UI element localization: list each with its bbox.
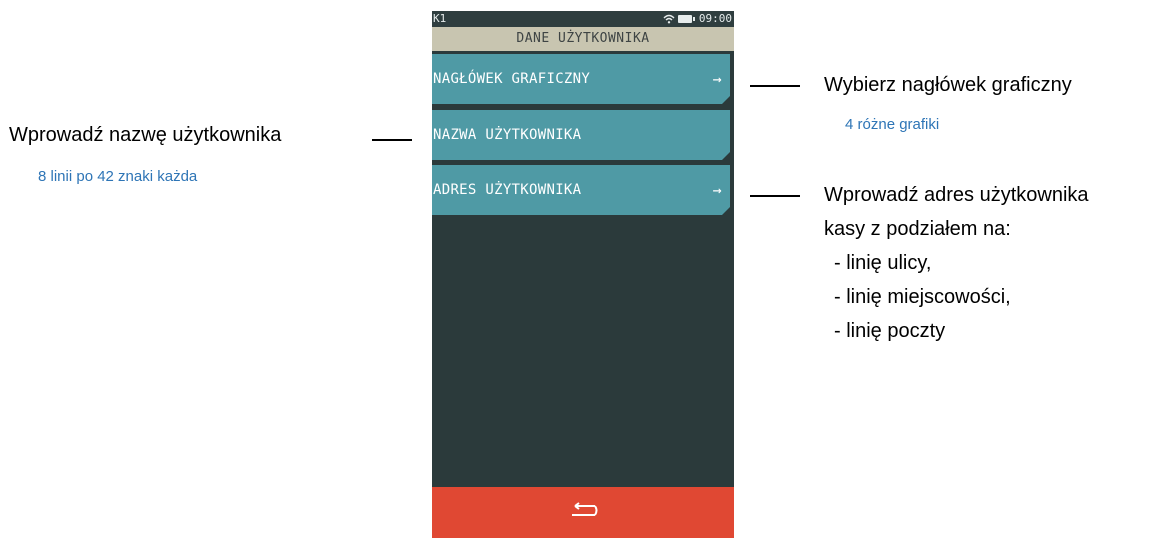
wifi-icon xyxy=(663,14,675,24)
battery-icon xyxy=(677,15,695,23)
annotation-address-bullet: - linię ulicy, xyxy=(834,252,932,274)
menu-item-graphic-header[interactable]: NAGŁÓWEK GRAFICZNY → xyxy=(432,54,730,104)
annotation-graphic-header-note: 4 różne grafiki xyxy=(845,116,940,133)
cash-register-id: K1 xyxy=(433,12,447,25)
leader-line xyxy=(372,139,412,141)
menu-item-label: NAGŁÓWEK GRAFICZNY xyxy=(433,71,591,87)
annotation-address-bullet: - linię poczty xyxy=(834,320,946,342)
annotation-address-line2: kasy z podziałem na: xyxy=(824,218,1011,240)
corner-notch xyxy=(722,207,730,215)
menu-item-user-name[interactable]: NAZWA UŻYTKOWNIKA xyxy=(432,110,730,160)
arrow-right-icon: → xyxy=(712,181,722,199)
leader-line xyxy=(750,85,800,87)
annotation-address-line1: Wprowadź adres użytkownika xyxy=(824,184,1089,206)
annotation-graphic-header-title: Wybierz nagłówek graficzny xyxy=(824,74,1072,96)
screen-title: DANE UŻYTKOWNIKA xyxy=(432,27,734,51)
corner-notch xyxy=(722,152,730,160)
back-button[interactable] xyxy=(432,487,734,538)
menu-item-user-address[interactable]: ADRES UŻYTKOWNIKA → xyxy=(432,165,730,215)
status-bar: K1 09:00 xyxy=(432,11,734,27)
back-arrow-icon xyxy=(572,502,598,516)
annotation-user-name-note: 8 linii po 42 znaki każda xyxy=(38,168,198,185)
annotation-address-bullet: - linię miejscowości, xyxy=(834,286,1011,308)
menu-item-label: NAZWA UŻYTKOWNIKA xyxy=(433,127,582,143)
status-right: 09:00 xyxy=(663,11,732,27)
clock: 09:00 xyxy=(698,12,732,25)
leader-line xyxy=(750,195,800,197)
device-screen: K1 09:00 DANE UŻYTKOWNIKA NAGŁÓWEK GRAFI… xyxy=(432,11,734,538)
arrow-right-icon: → xyxy=(712,70,722,88)
annotation-user-name-title: Wprowadź nazwę użytkownika xyxy=(9,124,282,146)
corner-notch xyxy=(722,96,730,104)
menu-item-label: ADRES UŻYTKOWNIKA xyxy=(433,182,582,198)
